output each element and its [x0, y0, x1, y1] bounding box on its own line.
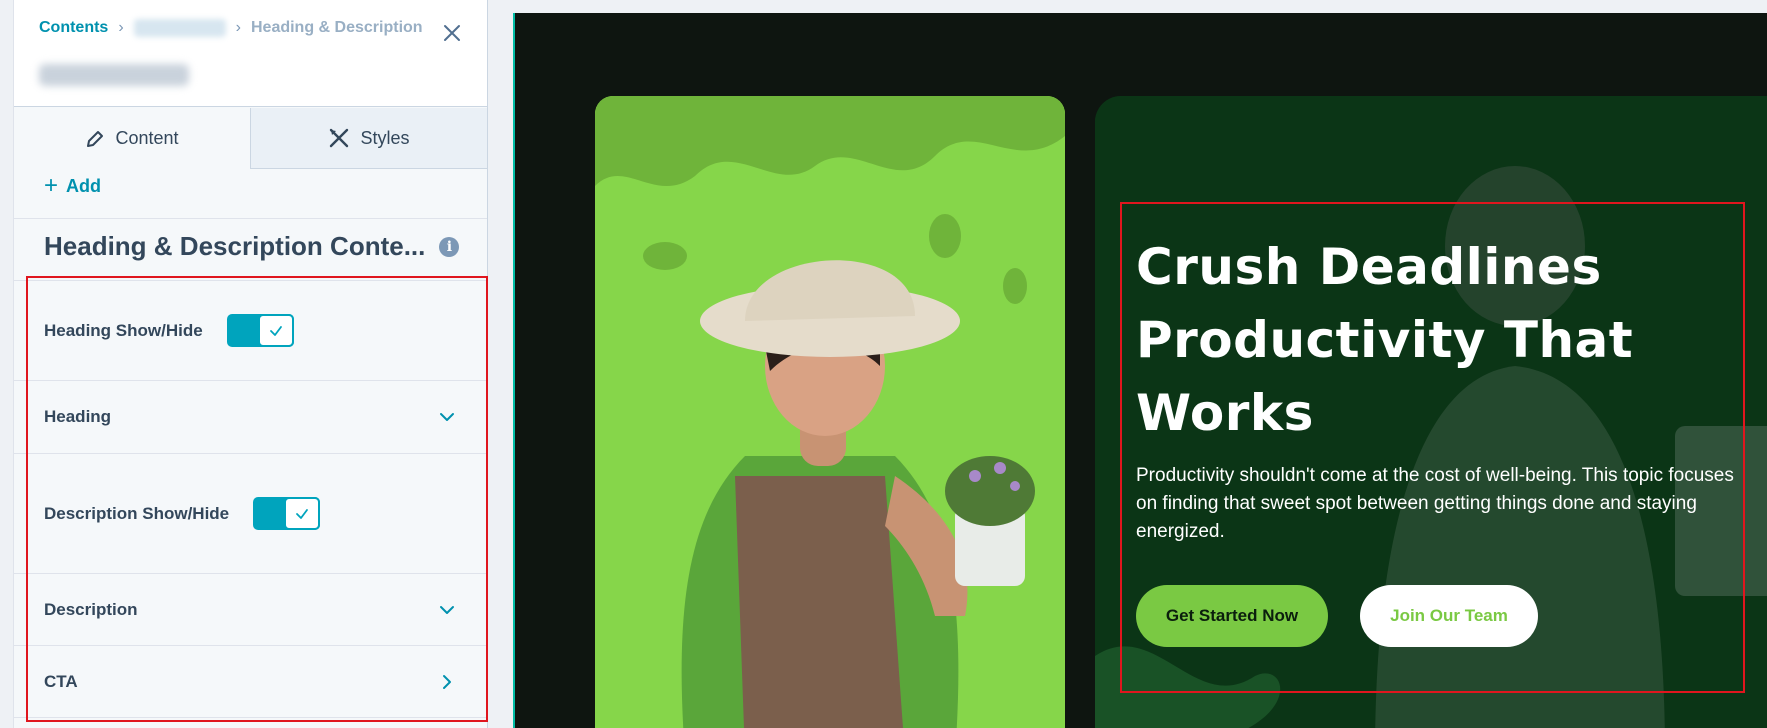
chevron-down-icon: [440, 605, 454, 614]
chevron-right-icon: [443, 674, 451, 689]
join-team-button[interactable]: Join Our Team: [1360, 585, 1538, 647]
get-started-button[interactable]: Get Started Now: [1136, 585, 1328, 647]
description-toggle-label: Description Show/Hide: [44, 503, 230, 523]
hero-heading: Crush Deadlines Productivity That Works: [1136, 231, 1756, 450]
breadcrumb: Contents › › Heading & Description: [39, 19, 423, 37]
heading-accordion-label: Heading: [44, 407, 112, 426]
pencil-icon: [87, 130, 104, 147]
check-icon: [296, 508, 309, 519]
description-accordion[interactable]: Description: [14, 574, 487, 646]
description-accordion-label: Description: [44, 599, 138, 619]
section-title-text: Heading & Description Conte...: [44, 231, 426, 261]
heading-visibility-toggle[interactable]: [226, 314, 294, 347]
tab-content-label: Content: [115, 128, 179, 148]
panel-tabs: Content Styles: [14, 108, 487, 169]
cta-accordion[interactable]: CTA: [14, 646, 487, 718]
description-visibility-toggle[interactable]: [253, 497, 321, 530]
cta-accordion-label: CTA: [44, 671, 78, 691]
brush-ruler-icon: [330, 128, 349, 148]
toggle-knob: [257, 314, 294, 347]
close-icon: [444, 25, 460, 41]
heading-accordion[interactable]: Heading: [14, 381, 487, 454]
gardener-illustration: [595, 96, 1065, 728]
hero-heading-line: Productivity That: [1136, 311, 1634, 369]
breadcrumb-contents-link[interactable]: Contents: [39, 19, 108, 37]
hero-description: Productivity shouldn't come at the cost …: [1136, 465, 1734, 542]
hero-heading-line: Works: [1136, 384, 1314, 442]
add-button-label: Add: [66, 175, 102, 196]
toggle-knob: [284, 497, 321, 530]
check-icon: [269, 325, 282, 336]
plus-icon: +: [44, 172, 59, 199]
description-toggle-row: Description Show/Hide: [14, 454, 487, 574]
module-name-redacted: [39, 64, 189, 86]
tab-styles-label: Styles: [360, 127, 410, 148]
breadcrumb-separator: ›: [235, 19, 241, 36]
heading-toggle-label: Heading Show/Hide: [44, 320, 203, 340]
editor-sidebar: Contents › › Heading & Description Conte…: [13, 0, 488, 728]
hero-heading-line: Crush Deadlines: [1136, 238, 1602, 296]
tab-content[interactable]: Content: [14, 108, 250, 169]
breadcrumb-separator: ›: [118, 19, 124, 36]
section-title: Heading & Description Conte... i: [44, 231, 460, 262]
breadcrumb-redacted-item[interactable]: [133, 19, 226, 37]
chevron-down-icon: [440, 413, 454, 421]
close-button[interactable]: [441, 22, 463, 44]
hero-image-card: [595, 96, 1065, 728]
heading-toggle-row: Heading Show/Hide: [14, 281, 487, 381]
breadcrumb-current: Heading & Description: [250, 19, 423, 36]
divider: [14, 218, 487, 219]
tab-styles[interactable]: Styles: [250, 108, 487, 169]
info-icon[interactable]: i: [439, 236, 460, 257]
page-preview: Crush Deadlines Productivity That Works …: [513, 13, 1767, 728]
panel-header: Contents › › Heading & Description: [14, 0, 487, 107]
add-button[interactable]: + Add: [44, 174, 101, 198]
